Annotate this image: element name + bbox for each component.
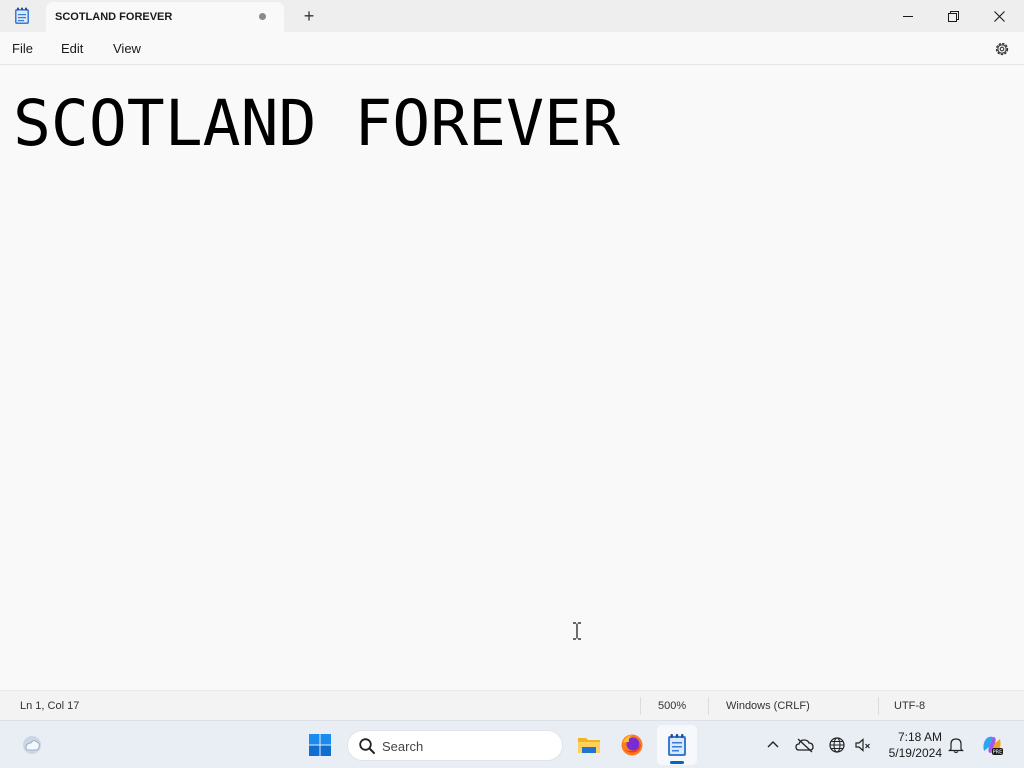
- text-editor[interactable]: SCOTLAND FOREVER: [0, 66, 1024, 690]
- notepad-icon[interactable]: [665, 733, 689, 757]
- status-divider: [640, 697, 641, 715]
- bell-icon[interactable]: [944, 733, 968, 757]
- close-button[interactable]: [976, 0, 1022, 32]
- menu-view[interactable]: View: [113, 41, 141, 56]
- file-explorer-icon[interactable]: [577, 733, 601, 757]
- title-bar: SCOTLAND FOREVER +: [0, 0, 1024, 32]
- network-icon[interactable]: [825, 733, 849, 757]
- restore-button[interactable]: [930, 0, 976, 32]
- volume-icon[interactable]: [851, 733, 875, 757]
- zoom-level: 500%: [658, 700, 687, 712]
- unsaved-indicator-icon[interactable]: [259, 13, 266, 20]
- minimize-button[interactable]: [885, 0, 931, 32]
- status-bar: Ln 1, Col 17 500% Windows (CRLF) UTF-8: [0, 690, 1024, 720]
- copilot-icon[interactable]: PRE: [980, 733, 1004, 757]
- search-icon: [358, 737, 376, 755]
- document-tab[interactable]: SCOTLAND FOREVER: [46, 2, 284, 32]
- search-placeholder: Search: [382, 739, 424, 754]
- tab-title: SCOTLAND FOREVER: [55, 11, 173, 23]
- menu-file[interactable]: File: [12, 41, 33, 56]
- weather-widget-icon[interactable]: [20, 733, 44, 757]
- start-icon[interactable]: [308, 733, 332, 757]
- notepad-app-icon: [14, 7, 30, 25]
- menu-edit[interactable]: Edit: [61, 41, 83, 56]
- encoding: UTF-8: [894, 700, 926, 712]
- menu-bar: File Edit View: [0, 32, 1024, 65]
- line-ending: Windows (CRLF): [726, 700, 810, 712]
- status-divider: [878, 697, 879, 715]
- editor-content[interactable]: SCOTLAND FOREVER: [13, 86, 620, 162]
- system-clock[interactable]: 7:18 AM 5/19/2024: [880, 729, 942, 761]
- active-app-indicator: [670, 761, 684, 764]
- clock-time: 7:18 AM: [897, 730, 942, 744]
- firefox-icon[interactable]: [620, 733, 644, 757]
- taskbar-search-box[interactable]: Search: [347, 730, 563, 761]
- svg-text:PRE: PRE: [993, 750, 1003, 756]
- onedrive-icon[interactable]: [793, 733, 817, 757]
- clock-date: 5/19/2024: [888, 746, 942, 760]
- new-tab-button[interactable]: +: [298, 5, 320, 27]
- settings-gear-icon[interactable]: [993, 40, 1011, 58]
- cursor-position: Ln 1, Col 17: [20, 700, 80, 712]
- status-divider: [708, 697, 709, 715]
- text-cursor-ibeam-icon: [572, 622, 582, 640]
- chevron-up-icon[interactable]: [761, 733, 785, 757]
- taskbar: Search 7:18 AM 5/19/2024 PRE: [0, 720, 1024, 768]
